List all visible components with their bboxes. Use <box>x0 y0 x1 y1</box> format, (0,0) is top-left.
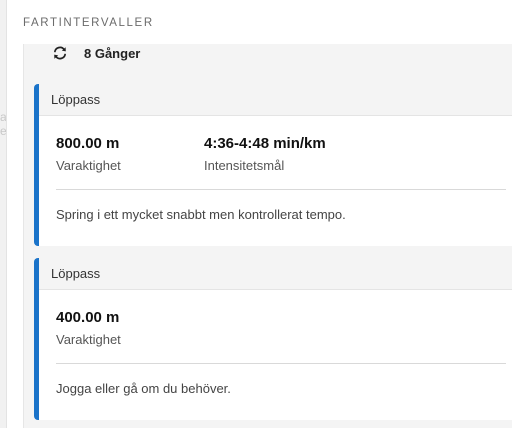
repeat-count: 8 Gånger <box>84 46 141 61</box>
distance-metric: 800.00 m Varaktighet <box>56 135 121 174</box>
repeat-block: 8 Gånger Löppass 800.00 m Varaktighet 4:… <box>23 44 512 428</box>
repeat-header: 8 Gånger <box>24 44 512 64</box>
intervals-panel: FARTINTERVALLER 8 Gånger Löppass 800.00 … <box>6 0 512 428</box>
intensity-target-metric: 4:36-4:48 min/km Intensitetsmål <box>204 135 326 174</box>
step-title: Löppass <box>39 84 512 116</box>
step-description: Spring i ett mycket snabbt men kontrolle… <box>56 207 346 222</box>
distance-value: 400.00 m <box>56 309 120 326</box>
distance-label: Varaktighet <box>56 332 121 347</box>
target-label: Intensitetsmål <box>204 158 285 173</box>
distance-label: Varaktighet <box>56 158 121 173</box>
workout-step-card[interactable]: Löppass 400.00 m Varaktighet Jogga eller… <box>34 258 512 420</box>
target-value: 4:36-4:48 min/km <box>204 135 326 152</box>
distance-value: 800.00 m <box>56 135 120 152</box>
step-title: Löppass <box>39 258 512 290</box>
repeat-icon <box>52 45 68 61</box>
divider <box>56 189 506 190</box>
step-description: Jogga eller gå om du behöver. <box>56 381 231 396</box>
divider <box>56 363 506 364</box>
distance-metric: 400.00 m Varaktighet <box>56 309 121 348</box>
section-title: FARTINTERVALLER <box>23 17 154 29</box>
workout-step-card[interactable]: Löppass 800.00 m Varaktighet 4:36-4:48 m… <box>34 84 512 246</box>
